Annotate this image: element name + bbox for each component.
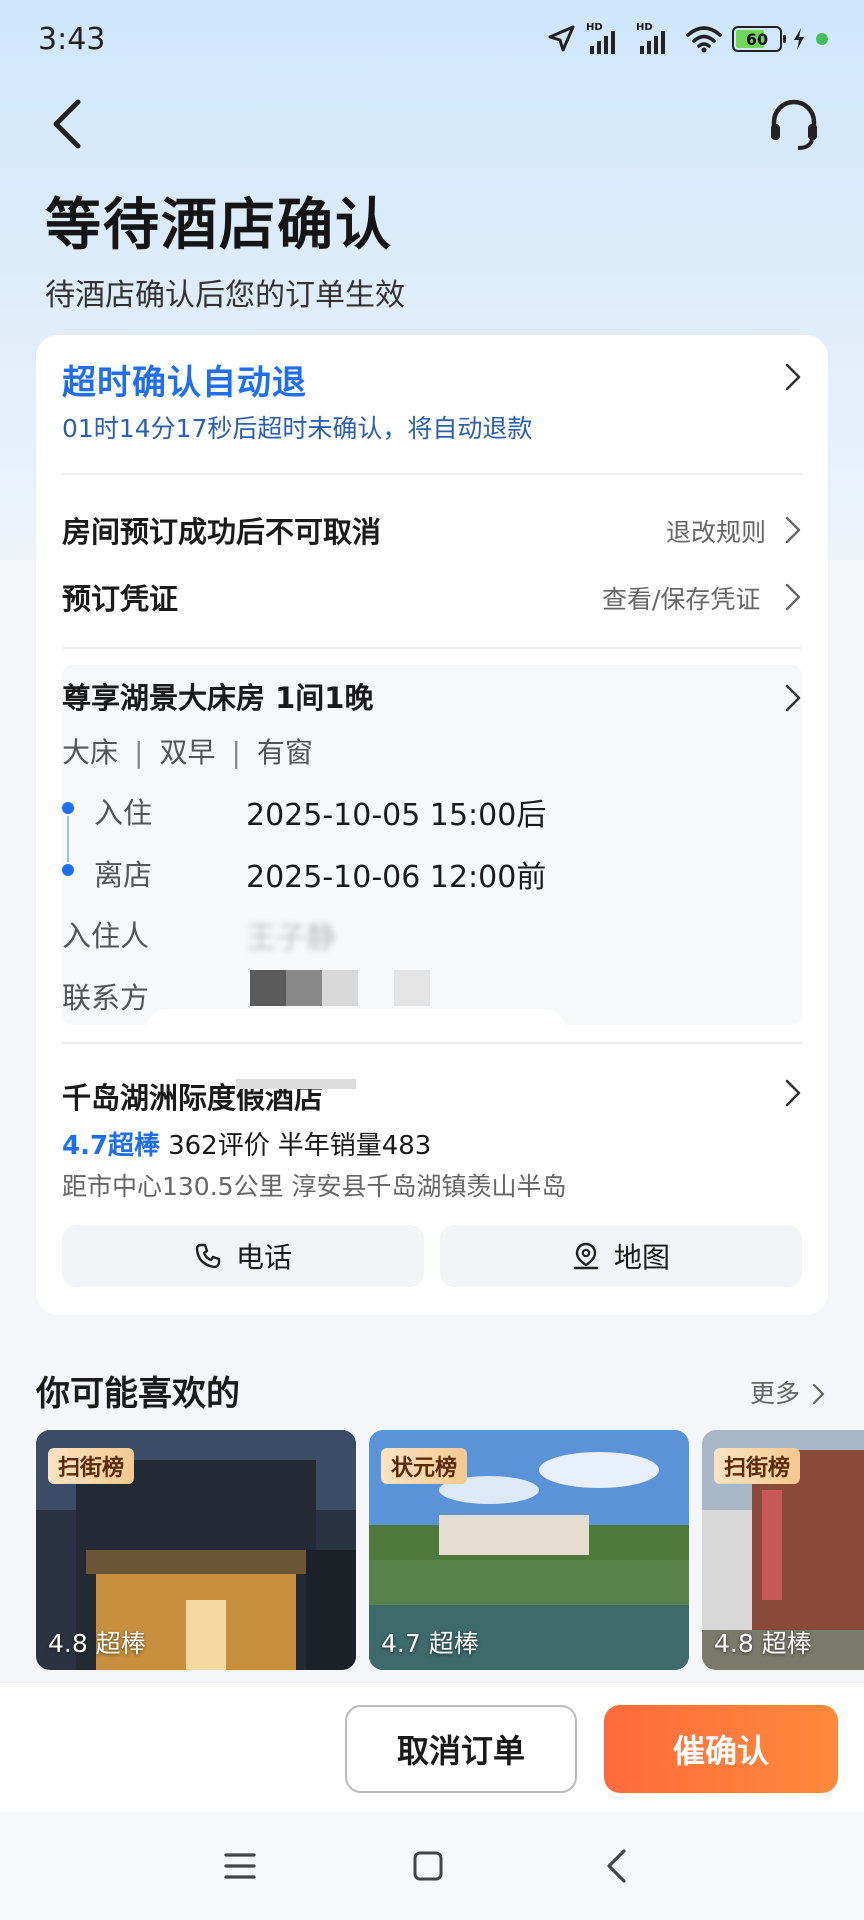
recommend-hotel-card[interactable]: 扫街榜 4.8 超棒 <box>702 1430 864 1670</box>
chevron-right-icon[interactable] <box>784 1078 802 1108</box>
page-subtitle: 待酒店确认后您的订单生效 <box>45 278 405 313</box>
checkin-value: 2025-10-05 15:00后 <box>246 798 547 833</box>
hotel-rating: 4.7超棒 362评价 半年销量483 <box>62 1125 431 1162</box>
timeout-refund-title[interactable]: 超时确认自动退 <box>62 355 307 404</box>
redaction-overlay <box>146 1009 566 1069</box>
recommend-score: 4.8 超棒 <box>48 1629 146 1658</box>
charging-bolt-icon <box>794 28 804 50</box>
battery-icon: 60 <box>732 26 786 52</box>
redaction-overlay <box>236 1079 356 1089</box>
room-tag: 有窗 <box>256 736 313 769</box>
status-bar: 3:43 HD HD 60 <box>0 0 864 80</box>
room-tag: 大床 <box>62 736 119 769</box>
timeout-countdown-text: 01时14分17秒后超时未确认，将自动退款 <box>62 414 533 443</box>
recommend-more-link[interactable]: 更多 <box>750 1374 826 1410</box>
redacted-mosaic <box>250 970 286 1006</box>
call-label: 电话 <box>235 1241 292 1274</box>
hotel-sales: 半年销量483 <box>277 1131 432 1161</box>
room-title: 尊享湖景大床房 1间1晚 <box>62 681 374 715</box>
location-arrow-icon <box>548 25 575 52</box>
redacted-mosaic <box>394 970 430 1006</box>
view-voucher-link[interactable]: 查看/保存凭证 <box>602 580 760 616</box>
charging-indicator-icon <box>816 33 828 45</box>
refund-rules-link[interactable]: 退改规则 <box>666 513 766 549</box>
redacted-mosaic <box>286 970 322 1006</box>
cancellation-policy-label: 房间预订成功后不可取消 <box>62 515 382 549</box>
timeline-dot <box>62 802 74 814</box>
cancel-order-button[interactable]: 取消订单 <box>345 1705 577 1793</box>
back-nav-icon[interactable] <box>604 1848 628 1884</box>
headset-icon <box>771 99 817 150</box>
ranking-badge: 扫街榜 <box>48 1448 135 1484</box>
wifi-icon <box>686 26 722 53</box>
divider <box>62 647 802 649</box>
menu-icon[interactable] <box>224 1852 256 1880</box>
guest-label: 入住人 <box>62 919 150 953</box>
page-title: 等待酒店确认 <box>45 193 393 258</box>
signal-icon: HD <box>636 22 676 54</box>
checkin-label: 入住 <box>94 796 153 830</box>
room-tag: 双早 <box>159 736 216 769</box>
order-card: 超时确认自动退 01时14分17秒后超时未确认，将自动退款 房间预订成功后不可取… <box>36 335 828 1315</box>
timeline-line <box>67 816 69 862</box>
room-tags: 大床 | 双早 | 有窗 <box>62 736 313 769</box>
recommend-title: 你可能喜欢的 <box>36 1374 240 1414</box>
system-nav-bar <box>0 1812 864 1920</box>
map-label: 地图 <box>613 1241 670 1274</box>
voucher-label: 预订凭证 <box>62 582 179 616</box>
urge-confirm-button[interactable]: 催确认 <box>604 1705 838 1793</box>
hotel-reviews: 362评价 <box>168 1131 270 1161</box>
chevron-right-icon <box>812 1383 825 1405</box>
recommend-hotel-card[interactable]: 扫街榜 4.8 超棒 <box>36 1430 356 1670</box>
status-time: 3:43 <box>38 22 106 57</box>
chevron-left-icon <box>53 99 81 149</box>
guest-name-value: 王子静 <box>246 921 336 956</box>
map-pin-icon <box>573 1242 599 1270</box>
customer-service-button[interactable] <box>766 96 822 152</box>
status-icons: HD HD 60 <box>546 22 828 54</box>
bottom-action-bar: 取消订单 催确认 <box>0 1682 864 1812</box>
checkout-value: 2025-10-06 12:00前 <box>246 860 547 895</box>
chevron-right-icon[interactable] <box>784 582 802 612</box>
redacted-mosaic <box>322 970 358 1006</box>
home-icon[interactable] <box>412 1850 444 1882</box>
contact-label: 联系方 <box>62 981 150 1015</box>
map-button[interactable]: 地图 <box>440 1225 802 1287</box>
ranking-badge: 扫街榜 <box>714 1448 801 1484</box>
recommend-score: 4.7 超棒 <box>381 1629 479 1658</box>
timeline-dot <box>62 864 74 876</box>
chevron-right-icon[interactable] <box>784 515 802 545</box>
hotel-score: 4.7超棒 <box>62 1131 161 1161</box>
recommend-hotel-card[interactable]: 状元榜 4.7 超棒 <box>369 1430 689 1670</box>
ranking-badge: 状元榜 <box>381 1448 468 1484</box>
back-button[interactable] <box>46 96 90 152</box>
divider <box>62 1042 802 1044</box>
call-hotel-button[interactable]: 电话 <box>62 1225 424 1287</box>
checkout-label: 离店 <box>94 858 153 892</box>
chevron-right-icon[interactable] <box>784 683 802 713</box>
hotel-address: 距市中心130.5公里 淳安县千岛湖镇羡山半岛 <box>62 1172 567 1201</box>
phone-icon <box>195 1243 221 1269</box>
recommend-score: 4.8 超棒 <box>714 1629 812 1658</box>
room-info-section[interactable] <box>62 665 802 1025</box>
divider <box>62 473 802 475</box>
signal-icon: HD <box>586 22 626 54</box>
chevron-right-icon[interactable] <box>784 362 802 392</box>
